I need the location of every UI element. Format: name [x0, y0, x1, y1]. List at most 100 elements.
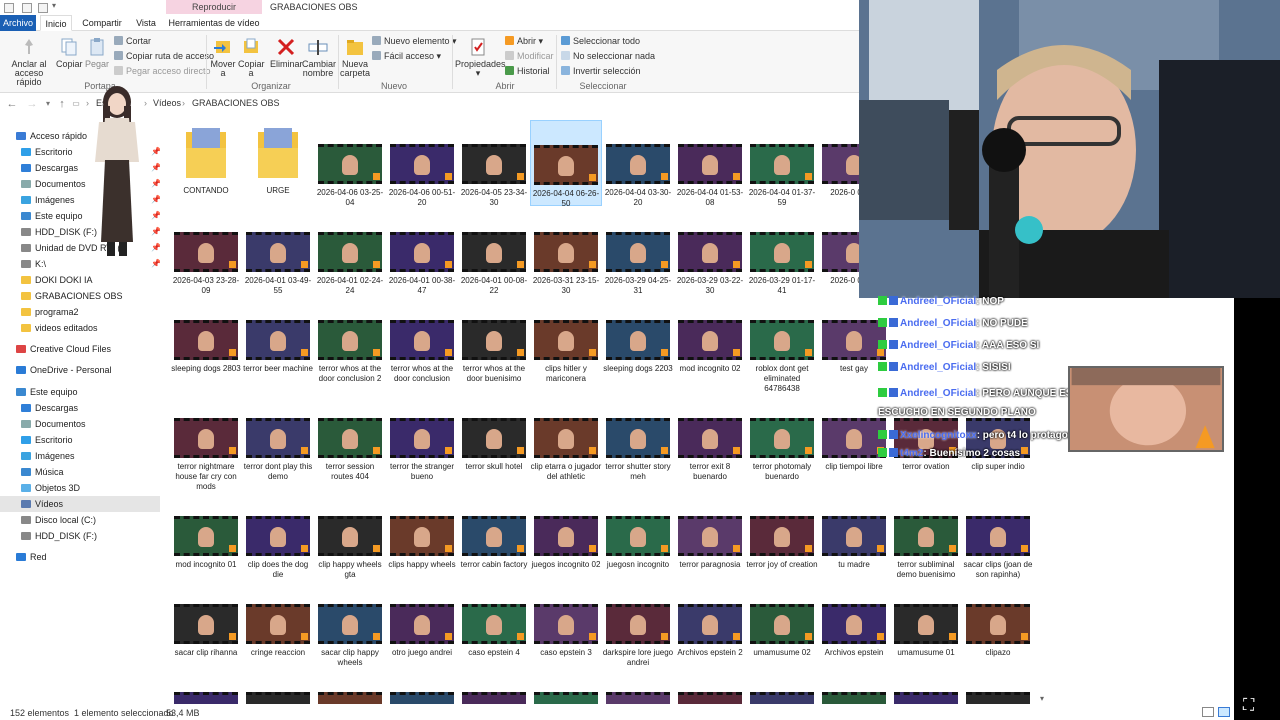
- copy-to-button[interactable]: Copiar a: [238, 37, 265, 78]
- video-thumbnail[interactable]: [966, 692, 1030, 704]
- context-tab-play[interactable]: Reproducir: [166, 0, 262, 14]
- video-file-item[interactable]: terror session routes 404: [314, 418, 386, 482]
- folder-item[interactable]: URGE: [242, 126, 314, 196]
- video-file-item[interactable]: 2026-04-06 03-25-04: [314, 144, 386, 208]
- nav-network[interactable]: Red: [0, 549, 160, 565]
- cut-button[interactable]: Cortar: [114, 35, 151, 47]
- video-file-item[interactable]: otro juego andrei: [386, 604, 458, 658]
- video-file-item[interactable]: terror joy of creation: [746, 516, 818, 570]
- video-file-item[interactable]: cringe reaccion: [242, 604, 314, 658]
- video-file-item[interactable]: juegos incognito 02: [530, 516, 602, 570]
- recent-dropdown-icon[interactable]: ▾: [42, 97, 54, 111]
- video-file-item[interactable]: mod incognito 02: [674, 320, 746, 374]
- tab-view[interactable]: Vista: [130, 15, 162, 31]
- video-thumbnail[interactable]: [894, 692, 958, 704]
- video-file-item[interactable]: terror dont play this demo: [242, 418, 314, 482]
- breadcrumb-grabaciones-obs[interactable]: GRABACIONES OBS: [192, 98, 280, 108]
- details-view-icon[interactable]: [1202, 707, 1214, 717]
- video-file-item[interactable]: sacar clip rihanna: [170, 604, 242, 658]
- video-file-item[interactable]: 2026-04-04 01-37-59: [746, 144, 818, 208]
- paste-shortcut-button[interactable]: Pegar acceso directo: [114, 65, 211, 77]
- up-arrow-icon[interactable]: ↑: [56, 97, 68, 111]
- quick-access-properties-icon[interactable]: [22, 3, 32, 13]
- video-thumbnail[interactable]: [246, 692, 310, 704]
- video-file-item[interactable]: 2026-03-31 23-15-30: [530, 232, 602, 296]
- video-file-item[interactable]: terror beer machine: [242, 320, 314, 374]
- scroll-down-icon[interactable]: ▾: [1040, 694, 1044, 703]
- video-file-item[interactable]: 2026-04-03 23-28-09: [170, 232, 242, 296]
- video-file-item[interactable]: umamusume 01: [890, 604, 962, 658]
- fullscreen-icon[interactable]: ⛶: [1243, 697, 1254, 715]
- video-file-item[interactable]: terror whos at the door buenisimo: [458, 320, 530, 384]
- new-item-button[interactable]: Nuevo elemento ▾: [372, 35, 457, 47]
- copy-button[interactable]: Copiar: [56, 37, 83, 69]
- video-file-item[interactable]: terror photomaly buenardo: [746, 418, 818, 482]
- video-file-item[interactable]: sleeping dogs 2203: [602, 320, 674, 374]
- video-file-item[interactable]: terror subliminal demo buenisimo: [890, 516, 962, 580]
- video-file-item[interactable]: 2026-03-29 03-22-30: [674, 232, 746, 296]
- nav-videos-editados[interactable]: videos editados: [0, 320, 160, 336]
- nav-grabaciones[interactable]: GRABACIONES OBS: [0, 288, 160, 304]
- nav-downloads-2[interactable]: Descargas: [0, 400, 160, 416]
- nav-pictures-2[interactable]: Imágenes: [0, 448, 160, 464]
- forward-arrow-icon[interactable]: →: [26, 97, 38, 111]
- video-file-item[interactable]: terror shutter story meh: [602, 418, 674, 482]
- video-thumbnail[interactable]: [750, 692, 814, 704]
- video-file-item[interactable]: caso epstein 3: [530, 604, 602, 658]
- pin-icon[interactable]: 📌: [151, 192, 160, 208]
- video-file-item[interactable]: 2026-04-06 00-51-20: [386, 144, 458, 208]
- video-thumbnail[interactable]: [534, 692, 598, 704]
- pin-icon[interactable]: 📌: [151, 176, 160, 192]
- delete-button[interactable]: Eliminar: [270, 37, 303, 69]
- new-folder-button[interactable]: Nueva carpeta: [340, 37, 370, 78]
- video-file-item[interactable]: 2026-04-04 01-53-08: [674, 144, 746, 208]
- video-file-item[interactable]: 2026-04-01 00-08-22: [458, 232, 530, 296]
- nav-onedrive[interactable]: OneDrive - Personal: [0, 362, 160, 378]
- video-file-item[interactable]: 2026-04-01 02-24-24: [314, 232, 386, 296]
- nav-3d-objects[interactable]: Objetos 3D: [0, 480, 160, 496]
- video-file-item[interactable]: sacar clips (joan de son rapinha): [962, 516, 1034, 580]
- nav-this-pc-2[interactable]: Este equipo: [0, 384, 160, 400]
- video-file-item[interactable]: 2026-03-29 04-25-31: [602, 232, 674, 296]
- tab-share[interactable]: Compartir: [78, 15, 126, 31]
- video-file-item[interactable]: sacar clip happy wheels: [314, 604, 386, 668]
- video-file-item[interactable]: 2026-04-04 06-26-50: [530, 120, 602, 208]
- tab-video-tools[interactable]: Herramientas de vídeo: [166, 15, 262, 31]
- video-file-item[interactable]: clips hitler y mariconera: [530, 320, 602, 384]
- rename-button[interactable]: Cambiar nombre: [302, 37, 336, 78]
- video-file-item[interactable]: juegosn incognito: [602, 516, 674, 570]
- open-button[interactable]: Abrir ▾: [505, 35, 543, 47]
- pin-quick-access-button[interactable]: Anclar al acceso rápido: [2, 37, 56, 87]
- video-file-item[interactable]: tu madre: [818, 516, 890, 570]
- pin-icon[interactable]: 📌: [151, 240, 160, 256]
- tab-home[interactable]: Inicio: [40, 15, 72, 31]
- pin-icon[interactable]: 📌: [151, 160, 160, 176]
- video-file-item[interactable]: caso epstein 4: [458, 604, 530, 658]
- video-file-item[interactable]: Archivos epstein 2: [674, 604, 746, 658]
- video-file-item[interactable]: 2026-04-05 23-34-30: [458, 144, 530, 208]
- select-all-button[interactable]: Seleccionar todo: [561, 35, 640, 47]
- video-file-item[interactable]: terror whos at the door conclusion: [386, 320, 458, 384]
- invert-selection-button[interactable]: Invertir selección: [561, 65, 641, 77]
- nav-doki-doki[interactable]: DOKI DOKI IA: [0, 272, 160, 288]
- pin-icon[interactable]: 📌: [151, 144, 160, 160]
- large-icons-view-icon[interactable]: [1218, 707, 1230, 717]
- nav-hdd-f-2[interactable]: HDD_DISK (F:): [0, 528, 160, 544]
- video-file-item[interactable]: umamusume 02: [746, 604, 818, 658]
- properties-button[interactable]: Propiedades ▾: [455, 37, 506, 78]
- quick-access-newfolder-icon[interactable]: [38, 3, 48, 13]
- paste-button[interactable]: Pegar: [84, 37, 110, 69]
- nav-documents-2[interactable]: Documentos: [0, 416, 160, 432]
- video-file-item[interactable]: terror skull hotel: [458, 418, 530, 472]
- video-file-item[interactable]: terror the stranger bueno: [386, 418, 458, 482]
- video-file-item[interactable]: terror nightmare house far cry con mods: [170, 418, 242, 492]
- history-button[interactable]: Historial: [505, 65, 550, 77]
- quick-access-dropdown-icon[interactable]: ▾: [52, 1, 56, 10]
- video-file-item[interactable]: Archivos epstein: [818, 604, 890, 658]
- back-arrow-icon[interactable]: ←: [6, 97, 18, 111]
- folder-item[interactable]: CONTANDO: [170, 126, 242, 196]
- video-file-item[interactable]: 2026-04-01 03-49-55: [242, 232, 314, 296]
- move-to-button[interactable]: Mover a: [210, 37, 236, 78]
- video-file-item[interactable]: 2026-03-29 01-17-41: [746, 232, 818, 296]
- nav-videos[interactable]: Vídeos: [0, 496, 160, 512]
